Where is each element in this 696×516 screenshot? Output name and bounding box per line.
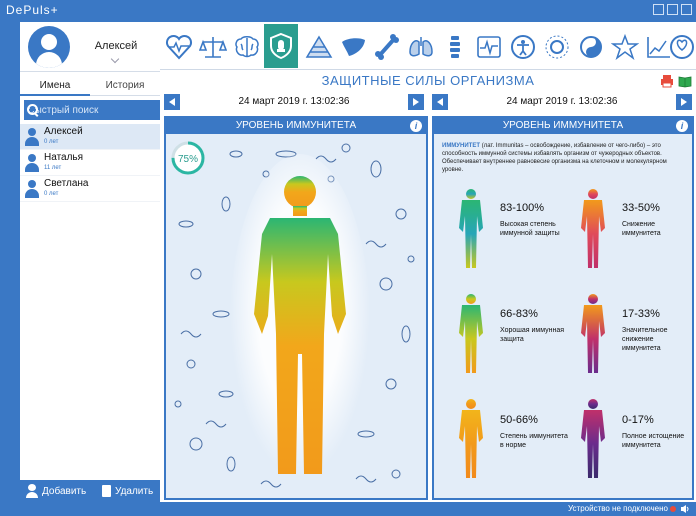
delete-label: Удалить: [115, 485, 154, 497]
star-icon[interactable]: [608, 30, 642, 64]
date-label: 24 март 2019 г. 13:02:36: [238, 96, 350, 107]
level-range: 66-83%: [500, 308, 538, 320]
figure-significant: [581, 294, 605, 373]
status-indicator-icon: [670, 506, 676, 512]
status-bar: Устройство не подключено: [0, 502, 696, 516]
level-label: Высокая степень иммунной защиты: [500, 221, 560, 237]
info-icon[interactable]: i: [676, 120, 688, 132]
immunity-legend-panel: УРОВЕНЬ ИММУНИТЕТА i ИММУНИТЕТ (лат. Imm…: [432, 116, 694, 500]
title-bar: DePuls+: [0, 0, 696, 20]
window-controls: [653, 4, 692, 15]
panel-title: УРОВЕНЬ ИММУНИТЕТА: [235, 120, 357, 131]
tab-names[interactable]: Имена: [20, 76, 90, 96]
person-age: 0 лет: [44, 139, 59, 145]
level-label: Полное истощение иммунитета: [622, 433, 685, 449]
level-range: 33-50%: [622, 202, 660, 214]
person-icon: [25, 128, 39, 146]
people-list: Алексей 0 лет Наталья 11 лет Светлана 0 …: [20, 124, 160, 202]
speaker-icon[interactable]: [680, 504, 690, 514]
chevron-down-icon[interactable]: [110, 54, 120, 64]
date-label: 24 март 2019 г. 13:02:36: [506, 96, 618, 107]
trash-icon: [102, 485, 111, 497]
immunity-gauge: 75%: [171, 141, 205, 175]
prev-date-button[interactable]: [432, 94, 448, 110]
avatar[interactable]: [28, 26, 70, 68]
add-label: Добавить: [42, 485, 87, 497]
person-age: 11 лет: [44, 165, 62, 171]
level-range: 83-100%: [500, 202, 545, 214]
delete-user-button[interactable]: Удалить: [96, 480, 160, 502]
maximize-button[interactable]: [667, 4, 678, 15]
person-icon: [25, 154, 39, 172]
add-person-icon: [26, 484, 38, 498]
main-area: ЗАЩИТНЫЕ СИЛЫ ОРГАНИЗМА 24 март 2019 г. …: [160, 22, 696, 502]
sun-icon[interactable]: [540, 30, 574, 64]
prev-date-button[interactable]: [164, 94, 180, 110]
panel-header: УРОВЕНЬ ИММУНИТЕТА i: [166, 118, 426, 134]
toolbar: [660, 74, 692, 88]
next-date-button[interactable]: [408, 94, 424, 110]
add-user-button[interactable]: Добавить: [20, 480, 96, 502]
bone-icon[interactable]: [370, 30, 404, 64]
scales-icon[interactable]: [196, 30, 230, 64]
app-logo: DePuls+: [6, 3, 59, 17]
level-label: Снижение иммунитета: [622, 221, 661, 237]
search-bar: [24, 100, 160, 120]
immunity-description: ИММУНИТЕТ (лат. Immunitas – освобождение…: [442, 143, 667, 173]
page-title: ЗАЩИТНЫЕ СИЛЫ ОРГАНИЗМА: [321, 73, 535, 88]
shield-icon[interactable]: [264, 24, 298, 68]
tab-history[interactable]: История: [90, 76, 160, 96]
info-icon[interactable]: i: [410, 120, 422, 132]
level-range: 17-33%: [622, 308, 660, 320]
liver-icon[interactable]: [336, 30, 370, 64]
left-button-bar: Добавить Удалить: [20, 480, 160, 502]
level-label: Степень иммунитета в норме: [500, 433, 568, 449]
person-name: Алексей: [44, 126, 83, 137]
next-date-button[interactable]: [676, 94, 692, 110]
ribbon-icon[interactable]: [668, 30, 696, 64]
immunity-visual-panel: УРОВЕНЬ ИММУНИТЕТА i 75%: [164, 116, 428, 500]
left-tabs: Имена История: [20, 76, 160, 96]
search-input[interactable]: [24, 100, 160, 120]
close-button[interactable]: [681, 4, 692, 15]
figure-good: [459, 294, 483, 373]
level-label: Хорошая иммунная защита: [500, 327, 565, 343]
list-item[interactable]: Светлана 0 лет: [20, 176, 160, 202]
figure-reduced: [581, 189, 605, 268]
profile-name: Алексей: [94, 40, 138, 52]
connection-status: Устройство не подключено: [567, 504, 668, 513]
level-range: 50-66%: [500, 414, 538, 426]
print-icon[interactable]: [660, 74, 674, 88]
figure-high: [459, 189, 483, 268]
book-icon[interactable]: [678, 74, 692, 88]
date-nav-right: 24 март 2019 г. 13:02:36: [432, 94, 692, 112]
bacteria-background: [174, 143, 415, 494]
person-name: Наталья: [44, 152, 84, 163]
minimize-button[interactable]: [653, 4, 664, 15]
left-sidebar: Алексей Имена История Алексей 0 лет Ната…: [20, 22, 160, 502]
accessibility-icon[interactable]: [506, 30, 540, 64]
list-item[interactable]: Алексей 0 лет: [20, 124, 160, 150]
person-icon: [25, 180, 39, 198]
figure-normal: [459, 399, 483, 478]
list-item[interactable]: Наталья 11 лет: [20, 150, 160, 176]
spine-icon[interactable]: [438, 30, 472, 64]
figure-depleted: [581, 399, 605, 478]
lungs-icon[interactable]: [404, 30, 438, 64]
ecg-icon[interactable]: [472, 30, 506, 64]
panel-header: УРОВЕНЬ ИММУНИТЕТА i: [434, 118, 692, 134]
yin-yang-icon[interactable]: [574, 30, 608, 64]
date-nav-left: 24 март 2019 г. 13:02:36: [164, 94, 424, 112]
pyramid-icon[interactable]: [302, 30, 336, 64]
brain-icon[interactable]: [230, 30, 264, 64]
profile-header: Алексей: [20, 22, 160, 72]
panel-title: УРОВЕНЬ ИММУНИТЕТА: [502, 120, 624, 131]
person-age: 0 лет: [44, 191, 59, 197]
module-icon-bar: [160, 22, 696, 70]
person-name: Светлана: [44, 178, 89, 189]
level-range: 0-17%: [622, 414, 654, 426]
heart-icon[interactable]: [162, 30, 196, 64]
level-label: Значительное снижение иммунитета: [622, 327, 668, 352]
gauge-value: 75%: [178, 154, 198, 165]
